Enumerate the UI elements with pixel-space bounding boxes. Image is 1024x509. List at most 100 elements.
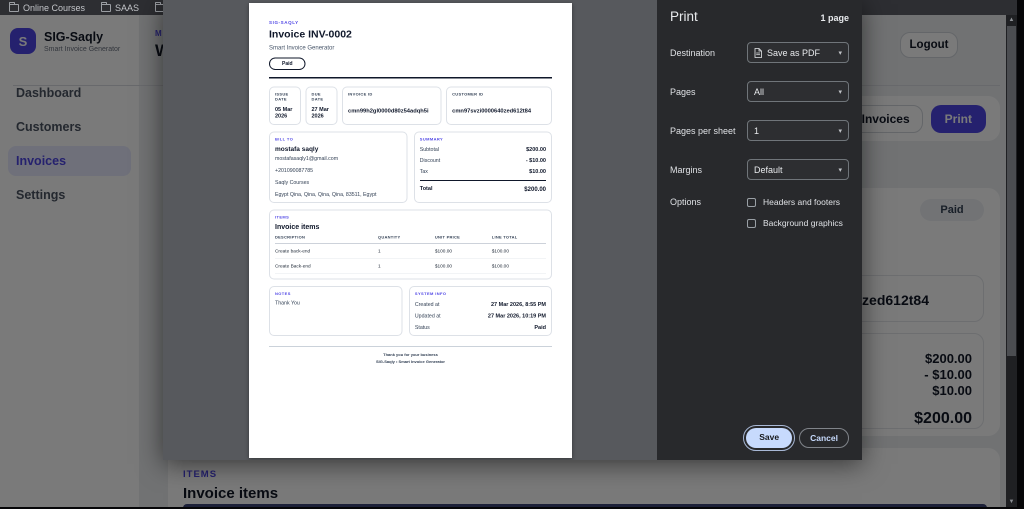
invoice-id-card: INVOICE ID cmn99h2gl0000d80z54adqh5i: [341, 86, 442, 125]
summary-divider: [419, 180, 546, 181]
window-right-edge: [1017, 0, 1024, 509]
total-label: Total: [419, 185, 432, 192]
summary-label: SUMMARY: [419, 137, 443, 142]
updated-at-value: 27 Mar 2026, 10:19 PM: [487, 313, 546, 319]
col-quantity: QUANTITY: [377, 235, 435, 244]
option-label: Background graphics: [763, 218, 843, 228]
cell: $100.00: [434, 243, 492, 259]
pages-label: Pages: [670, 86, 696, 97]
notes-system-row: NOTES Thank You SYSTEM INFO Created at 27…: [268, 286, 552, 336]
col-unit-price: UNIT PRICE: [434, 235, 492, 244]
notes-card: NOTES Thank You: [268, 286, 402, 336]
notes-label: NOTES: [274, 291, 291, 297]
subtotal-label: Subtotal: [419, 146, 439, 153]
invoice-status-badge: Paid: [268, 57, 306, 70]
print-settings-panel: Print 1 page Destination Save as PDF ▾ P…: [657, 0, 862, 460]
cancel-button[interactable]: Cancel: [799, 428, 849, 448]
options-list: Headers and footers Background graphics: [747, 197, 849, 228]
margins-value: Default: [754, 164, 783, 175]
total-value: $200.00: [523, 185, 546, 193]
cell: $100.00: [434, 258, 492, 274]
pages-select[interactable]: All ▾: [747, 81, 849, 102]
footer-line-1: Thank you for your business: [382, 352, 438, 358]
invoice-id-label: INVOICE ID: [347, 92, 373, 97]
option-label: Headers and footers: [763, 197, 841, 207]
checkbox-background-graphics[interactable]: [747, 218, 756, 228]
created-at-label: Created at: [414, 301, 439, 308]
pages-value: All: [754, 86, 765, 97]
print-dialog: SIG-SAQLY Invoice INV-0002 Smart Invoice…: [163, 0, 862, 460]
pages-per-sheet-value: 1: [754, 125, 760, 136]
pages-per-sheet-select[interactable]: 1 ▾: [747, 120, 849, 141]
col-line-total: LINE TOTAL: [491, 235, 546, 244]
pdf-file-icon: [754, 47, 762, 58]
chevron-down-icon: ▾: [838, 88, 842, 96]
cell: Create Back-end: [274, 258, 378, 274]
subtotal-value: $200.00: [525, 146, 546, 153]
destination-row: Destination Save as PDF ▾: [670, 42, 849, 63]
print-preview-pane[interactable]: SIG-SAQLY Invoice INV-0002 Smart Invoice…: [163, 0, 657, 460]
footer-line-2: SIG-Saqly • Smart Invoice Generator: [375, 359, 445, 365]
status-value: Paid: [533, 324, 546, 331]
scrollbar-up-icon[interactable]: ▲: [1006, 15, 1017, 25]
table-row: Create Back-end 1 $100.00 $100.00: [274, 258, 546, 274]
items-title: Invoice items: [274, 222, 319, 231]
bookmark-label: Online Courses: [23, 2, 86, 13]
customer-id-value-preview: cmn97svzi0000640zed612t84: [451, 108, 531, 114]
cell: 1: [377, 243, 435, 259]
cell: Create back-end: [274, 243, 378, 259]
option-headers-footers[interactable]: Headers and footers: [747, 197, 849, 207]
margins-label: Margins: [670, 164, 703, 175]
col-description: DESCRIPTION: [274, 235, 378, 244]
dialog-actions: Save Cancel: [743, 425, 849, 451]
chevron-down-icon: ▾: [838, 166, 842, 174]
save-button[interactable]: Save: [743, 425, 796, 451]
cell: 1: [377, 258, 435, 274]
discount-value: - $10.00: [525, 157, 546, 164]
pages-row: Pages All ▾: [670, 81, 849, 102]
issue-date-card: ISSUE DATE 05 Mar 2026: [268, 86, 301, 125]
updated-at-label: Updated at: [414, 313, 441, 319]
tax-label: Tax: [419, 168, 428, 175]
option-background-graphics[interactable]: Background graphics: [747, 218, 849, 228]
system-info-label: SYSTEM INFO: [414, 291, 446, 297]
page-count: 1 page: [820, 13, 849, 23]
pages-per-sheet-row: Pages per sheet 1 ▾: [670, 120, 849, 141]
scrollbar-down-icon[interactable]: ▼: [1006, 497, 1017, 507]
bookmark-online-courses[interactable]: Online Courses: [9, 1, 86, 13]
bill-to-company: Saqly Courses: [274, 179, 309, 186]
checkbox-headers-footers[interactable]: [747, 197, 756, 207]
bill-to-label: BILL TO: [274, 137, 293, 142]
status-label: Status: [414, 324, 430, 331]
bookmark-label: SAAS: [115, 2, 140, 13]
scrollbar-thumb[interactable]: [1007, 26, 1016, 356]
destination-label: Destination: [670, 47, 716, 58]
customer-id-label: CUSTOMER ID: [451, 92, 483, 97]
dialog-titlebar: Print 1 page: [670, 0, 849, 24]
issue-date-label: ISSUE DATE: [274, 92, 289, 102]
destination-value: Save as PDF: [767, 47, 821, 58]
chevron-down-icon: ▾: [838, 49, 842, 57]
due-date-card: DUE DATE 27 Mar 2026: [305, 86, 337, 125]
invoice-subtitle: Smart Invoice Generator: [268, 44, 334, 51]
billing-summary-row: BILL TO mostafa saqly mostafasaqly1@gmai…: [268, 131, 552, 203]
options-row: Options Headers and footers Background g…: [670, 197, 849, 228]
bookmark-saas[interactable]: SAAS: [101, 1, 140, 13]
margins-select[interactable]: Default ▾: [747, 159, 849, 180]
dialog-title: Print: [670, 9, 698, 24]
bill-to-email: mostafasaqly1@gmail.com: [274, 155, 338, 162]
options-label: Options: [670, 197, 702, 207]
invoice-divider: [268, 77, 552, 79]
items-table: DESCRIPTION QUANTITY UNIT PRICE LINE TOT…: [274, 235, 546, 274]
created-at-value: 27 Mar 2026, 8:55 PM: [490, 301, 546, 308]
cell: $100.00: [491, 258, 546, 274]
page-scrollbar[interactable]: ▲ ▼: [1006, 15, 1017, 507]
margins-row: Margins Default ▾: [670, 159, 849, 180]
chevron-down-icon: ▾: [838, 127, 842, 135]
pages-per-sheet-label: Pages per sheet: [670, 125, 736, 136]
invoice-meta-row: ISSUE DATE 05 Mar 2026 DUE DATE 27 Mar 2…: [268, 86, 552, 125]
due-date-value: 27 Mar 2026: [311, 106, 329, 120]
invoice-document: SIG-SAQLY Invoice INV-0002 Smart Invoice…: [249, 3, 572, 458]
invoice-title: Invoice INV-0002: [268, 28, 352, 41]
destination-select[interactable]: Save as PDF ▾: [747, 42, 849, 63]
